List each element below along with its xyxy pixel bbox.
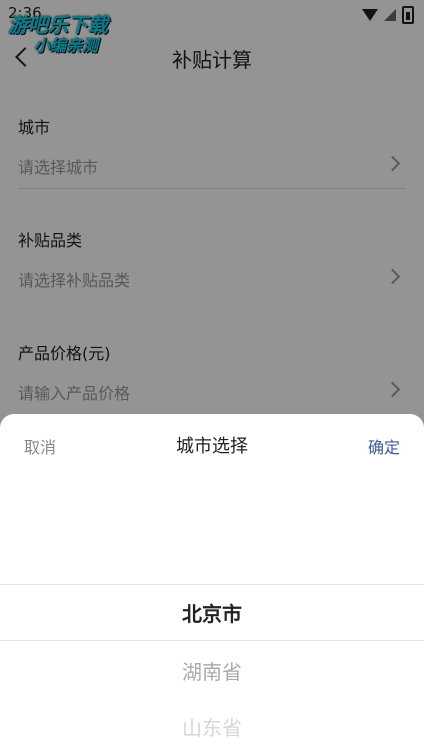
cancel-button[interactable]: 取消 xyxy=(24,434,56,458)
confirm-button[interactable]: 确定 xyxy=(368,434,400,458)
picker-option[interactable]: 山东省 xyxy=(0,712,424,741)
city-picker-sheet: 北京市 湖南省 山东省 城市选择 取消 确定 xyxy=(0,414,424,753)
city-picker-wheel[interactable]: 北京市 湖南省 山东省 xyxy=(0,414,424,753)
picker-highlight-top xyxy=(0,584,424,585)
picker-option[interactable]: 湖南省 xyxy=(0,656,424,685)
picker-highlight-bottom xyxy=(0,640,424,641)
picker-option-selected[interactable]: 北京市 xyxy=(0,598,424,627)
